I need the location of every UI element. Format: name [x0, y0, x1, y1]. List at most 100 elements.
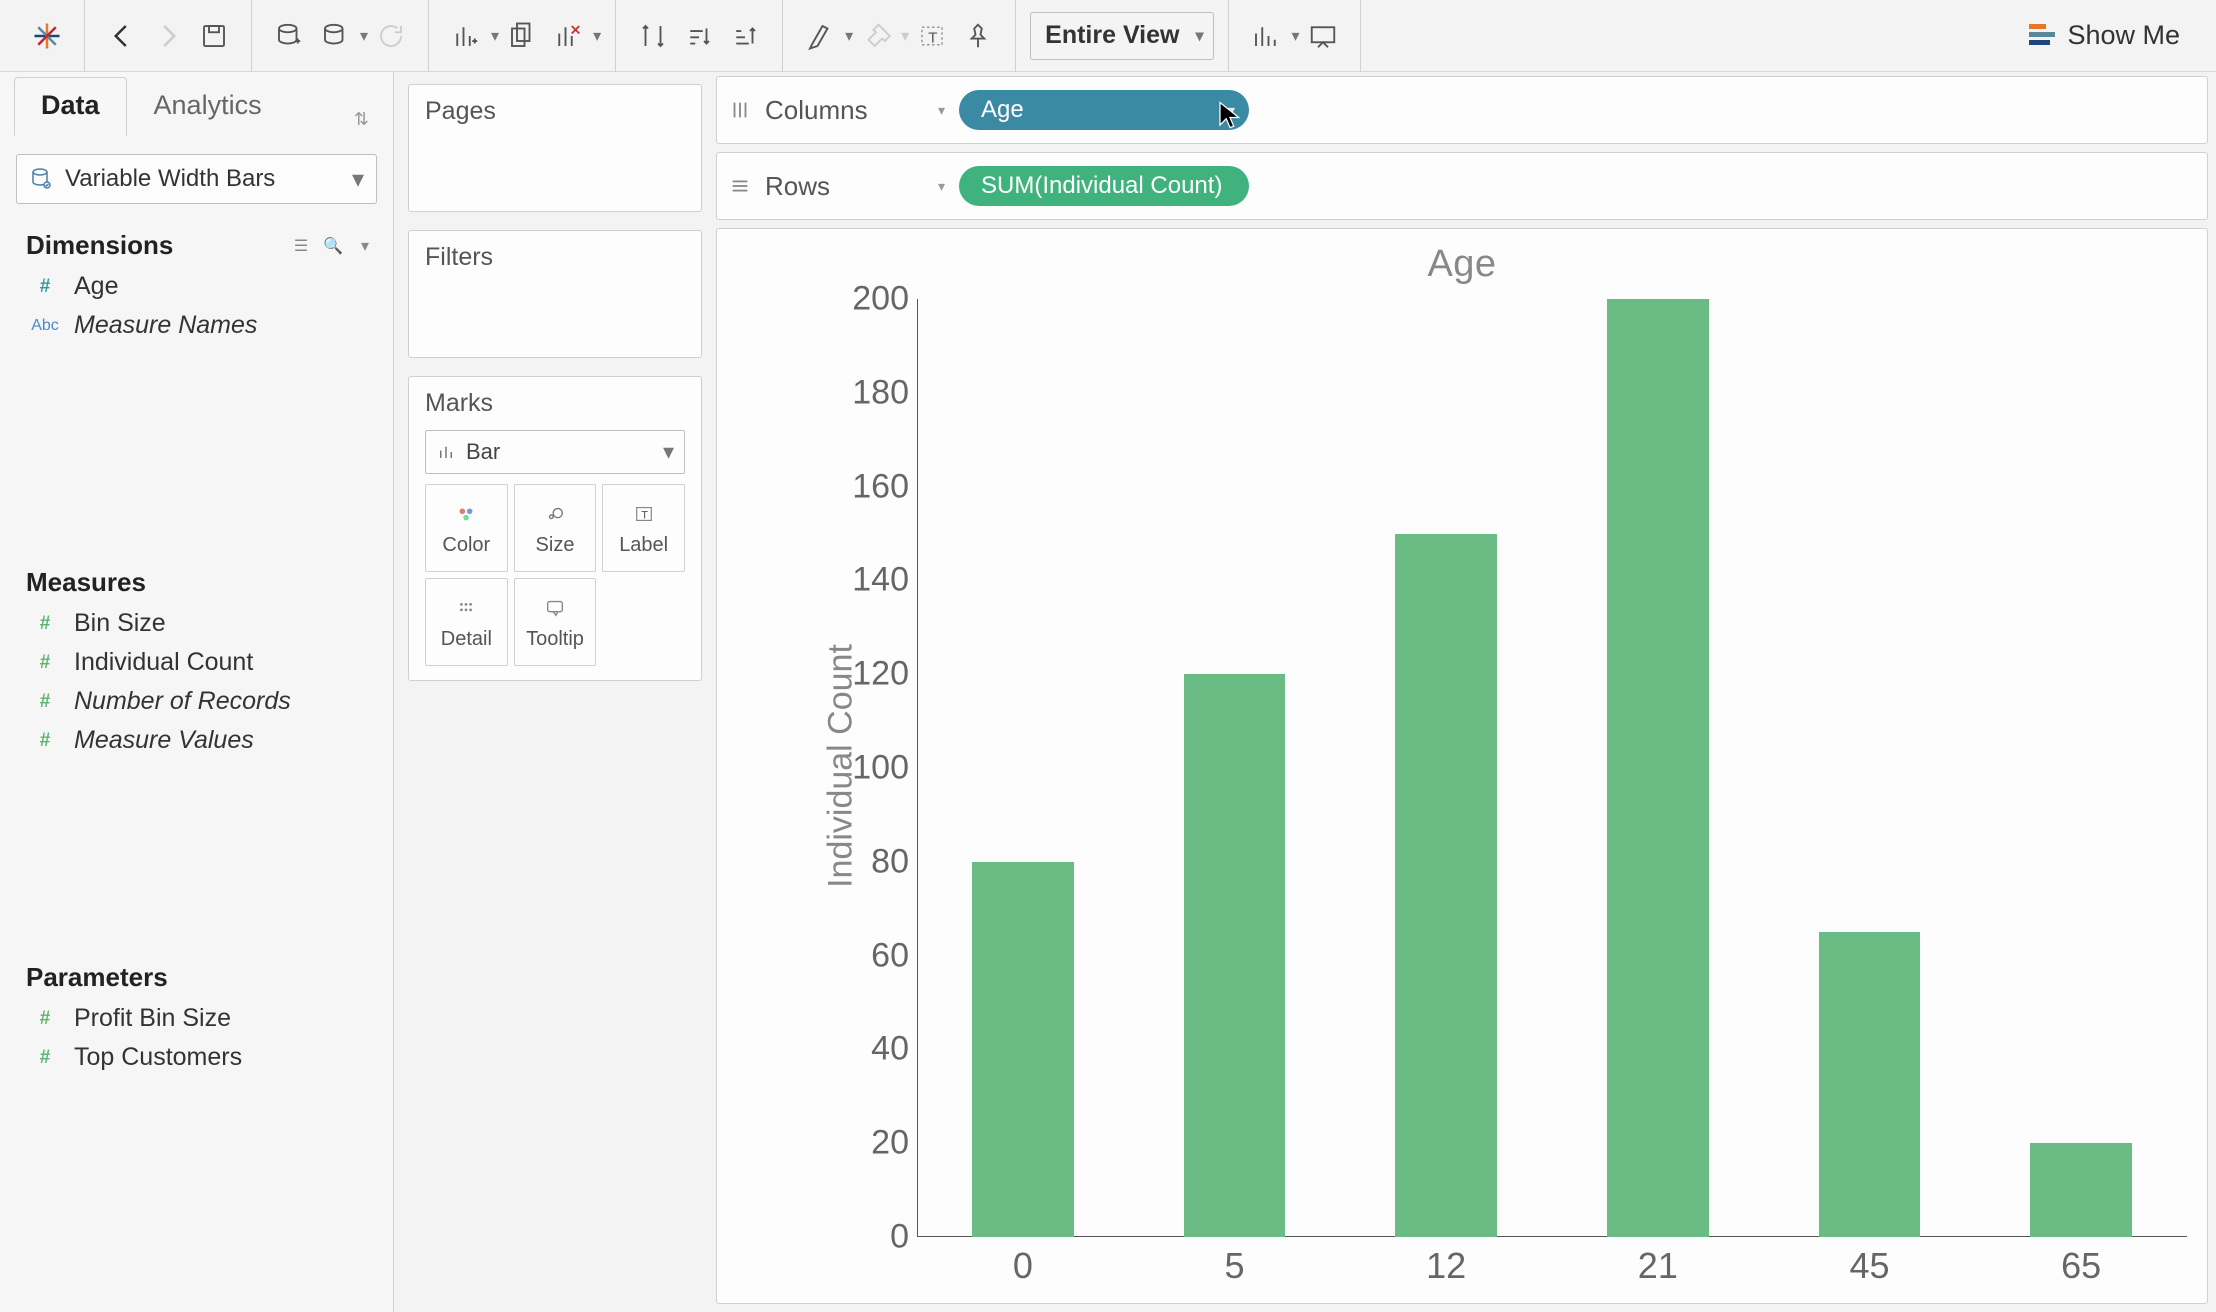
mark-cell-label: Label — [619, 534, 668, 557]
x-tick: 0 — [1013, 1245, 1033, 1287]
number-icon: # — [30, 613, 60, 635]
y-tick: 180 — [819, 373, 909, 412]
tab-swap-icon[interactable]: ⇅ — [344, 103, 379, 136]
svg-text:T: T — [641, 509, 648, 521]
visualization-area[interactable]: Age Individual Count 0204060801001201401… — [716, 228, 2208, 1304]
group-button[interactable]: ▾ — [853, 13, 909, 59]
color-icon — [453, 500, 479, 528]
columns-pill-age[interactable]: Age▾ — [959, 90, 1249, 130]
tab-analytics[interactable]: Analytics — [127, 77, 289, 136]
x-tick: 45 — [1849, 1245, 1889, 1287]
duplicate-sheet-button[interactable] — [499, 13, 545, 59]
measure-measure-values[interactable]: # Measure Values — [0, 721, 393, 760]
label-icon: T — [631, 500, 657, 528]
datasource-dropdown[interactable]: Variable Width Bars — [16, 154, 377, 204]
search-fields-icon[interactable]: 🔍 — [319, 232, 347, 260]
field-label: Profit Bin Size — [74, 1004, 231, 1033]
dimension-age[interactable]: # Age — [0, 267, 393, 306]
field-label: Age — [74, 272, 118, 301]
number-icon: # — [30, 1047, 60, 1069]
refresh-data-button[interactable] — [368, 13, 414, 59]
field-label: Top Customers — [74, 1043, 242, 1072]
dimensions-header: Dimensions — [26, 230, 173, 261]
clear-sheet-button[interactable]: ▾ — [545, 13, 601, 59]
pages-card[interactable]: Pages — [408, 84, 702, 212]
x-tick: 65 — [2061, 1245, 2101, 1287]
columns-shelf-menu[interactable] — [921, 102, 945, 119]
bar-12[interactable] — [1395, 534, 1497, 1238]
y-tick: 140 — [819, 561, 909, 600]
measure-number-of-records[interactable]: #Number of Records — [0, 682, 393, 721]
y-tick: 120 — [819, 655, 909, 694]
rows-shelf[interactable]: Rows SUM(Individual Count) — [716, 152, 2208, 220]
dimension-measure-names[interactable]: Abc Measure Names — [0, 306, 393, 345]
y-tick: 60 — [819, 936, 909, 975]
parameter-top-customers[interactable]: # Top Customers — [0, 1038, 393, 1077]
measure-individual-count[interactable]: #Individual Count — [0, 643, 393, 682]
rows-shelf-menu[interactable] — [921, 178, 945, 195]
show-me-button[interactable]: Show Me — [2029, 20, 2198, 51]
bar-0[interactable] — [972, 862, 1074, 1237]
show-me-icon — [2029, 24, 2057, 48]
columns-label: Columns — [765, 95, 868, 126]
x-tick: 5 — [1224, 1245, 1244, 1287]
view-list-icon[interactable]: ☰ — [287, 232, 315, 260]
back-button[interactable] — [99, 13, 145, 59]
columns-icon — [727, 99, 753, 121]
x-axis — [917, 1236, 2187, 1237]
main-toolbar: ▾ ▾ ▾ ▾ ▾ T Entire View ▾ Show Me — [0, 0, 2216, 72]
save-button[interactable] — [191, 13, 237, 59]
mark-cell-label: Detail — [441, 628, 492, 651]
rows-pill-individual-count[interactable]: SUM(Individual Count) — [959, 166, 1249, 206]
y-tick: 40 — [819, 1030, 909, 1069]
number-icon: # — [30, 1008, 60, 1030]
new-datasource-button[interactable] — [266, 13, 312, 59]
tab-data[interactable]: Data — [14, 77, 127, 136]
y-tick: 200 — [819, 280, 909, 319]
sort-desc-button[interactable] — [722, 13, 768, 59]
x-tick: 12 — [1426, 1245, 1466, 1287]
mark-tooltip-button[interactable]: Tooltip — [514, 578, 597, 666]
fit-dropdown[interactable]: Entire View — [1030, 12, 1214, 60]
new-worksheet-button[interactable]: ▾ — [443, 13, 499, 59]
field-label: Measure Values — [74, 726, 254, 755]
bar-65[interactable] — [2030, 1143, 2132, 1237]
bar-45[interactable] — [1819, 932, 1921, 1237]
show-hide-cards-button[interactable]: ▾ — [1243, 13, 1299, 59]
mark-detail-button[interactable]: Detail — [425, 578, 508, 666]
pin-button[interactable] — [955, 13, 1001, 59]
sort-asc-button[interactable] — [676, 13, 722, 59]
mark-type-dropdown[interactable]: Bar — [425, 430, 685, 474]
highlight-button[interactable]: ▾ — [797, 13, 853, 59]
rows-label: Rows — [765, 171, 830, 202]
filters-card[interactable]: Filters — [408, 230, 702, 358]
mark-label-button[interactable]: T Label — [602, 484, 685, 572]
abc-icon: Abc — [30, 317, 60, 335]
pause-data-button[interactable]: ▾ — [312, 13, 368, 59]
forward-button[interactable] — [145, 13, 191, 59]
field-label: Bin Size — [74, 609, 166, 638]
mark-size-button[interactable]: Size — [514, 484, 597, 572]
dimensions-menu-icon[interactable]: ▾ — [351, 232, 379, 260]
number-icon: # — [30, 691, 60, 713]
mark-cell-label: Size — [536, 534, 575, 557]
mark-color-button[interactable]: Color — [425, 484, 508, 572]
swap-axes-button[interactable] — [630, 13, 676, 59]
measure-bin-size[interactable]: # Bin Size — [0, 604, 393, 643]
number-icon: # — [30, 730, 60, 752]
mark-label-toggle-button[interactable]: T — [909, 13, 955, 59]
y-tick: 100 — [819, 749, 909, 788]
number-icon: # — [30, 276, 60, 298]
chart-title[interactable]: Age — [717, 229, 2207, 292]
columns-shelf[interactable]: Columns Age▾ — [716, 76, 2208, 144]
parameter-profit-bin-size[interactable]: # Profit Bin Size — [0, 999, 393, 1038]
field-label: Measure Names — [74, 311, 257, 340]
marks-card: Marks Bar ColorSizeTLabelDetailTooltip — [408, 376, 702, 681]
mark-cell-label: Tooltip — [526, 628, 584, 651]
presentation-mode-button[interactable] — [1300, 13, 1346, 59]
bar-icon — [436, 443, 456, 461]
datasource-icon — [27, 167, 55, 191]
bar-21[interactable] — [1607, 299, 1709, 1237]
tableau-logo-icon[interactable] — [24, 13, 70, 59]
bar-5[interactable] — [1184, 674, 1286, 1237]
